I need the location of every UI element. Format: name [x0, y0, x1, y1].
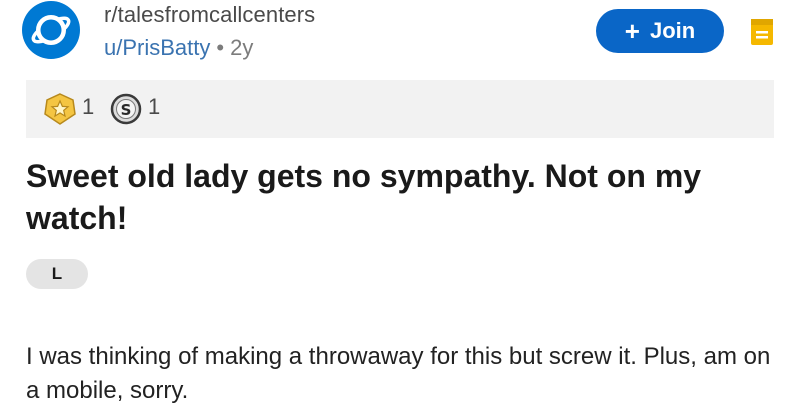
awards-bar[interactable]: 1 S 1 [26, 80, 774, 138]
post-page: r/talesfromcallcenters u/PrisBatty • 2y + … [0, 0, 800, 420]
award-count: 1 [82, 94, 95, 119]
planet-icon [31, 15, 71, 45]
post-meta: u/PrisBatty • 2y [104, 35, 253, 61]
meta-separator: • [216, 35, 225, 60]
author-username[interactable]: u/PrisBatty [104, 35, 210, 60]
post-body: I was thinking of making a throwaway for… [26, 343, 771, 404]
join-button[interactable]: + Join [596, 9, 724, 53]
plus-icon: + [624, 16, 640, 46]
silver-s-award-icon: S [110, 93, 142, 125]
subreddit-name[interactable]: r/talesfromcallcenters [104, 2, 315, 28]
join-label: Join [649, 18, 696, 43]
subreddit-avatar[interactable] [22, 1, 80, 59]
svg-text:S: S [121, 101, 132, 119]
save-icon[interactable] [750, 18, 774, 46]
post-title[interactable]: Sweet old lady gets no sympathy. Not on … [26, 155, 766, 239]
post-age: 2y [230, 35, 254, 60]
award-count: 1 [148, 94, 161, 119]
gold-star-award-icon [44, 93, 76, 125]
post-flair[interactable]: L [26, 259, 88, 289]
